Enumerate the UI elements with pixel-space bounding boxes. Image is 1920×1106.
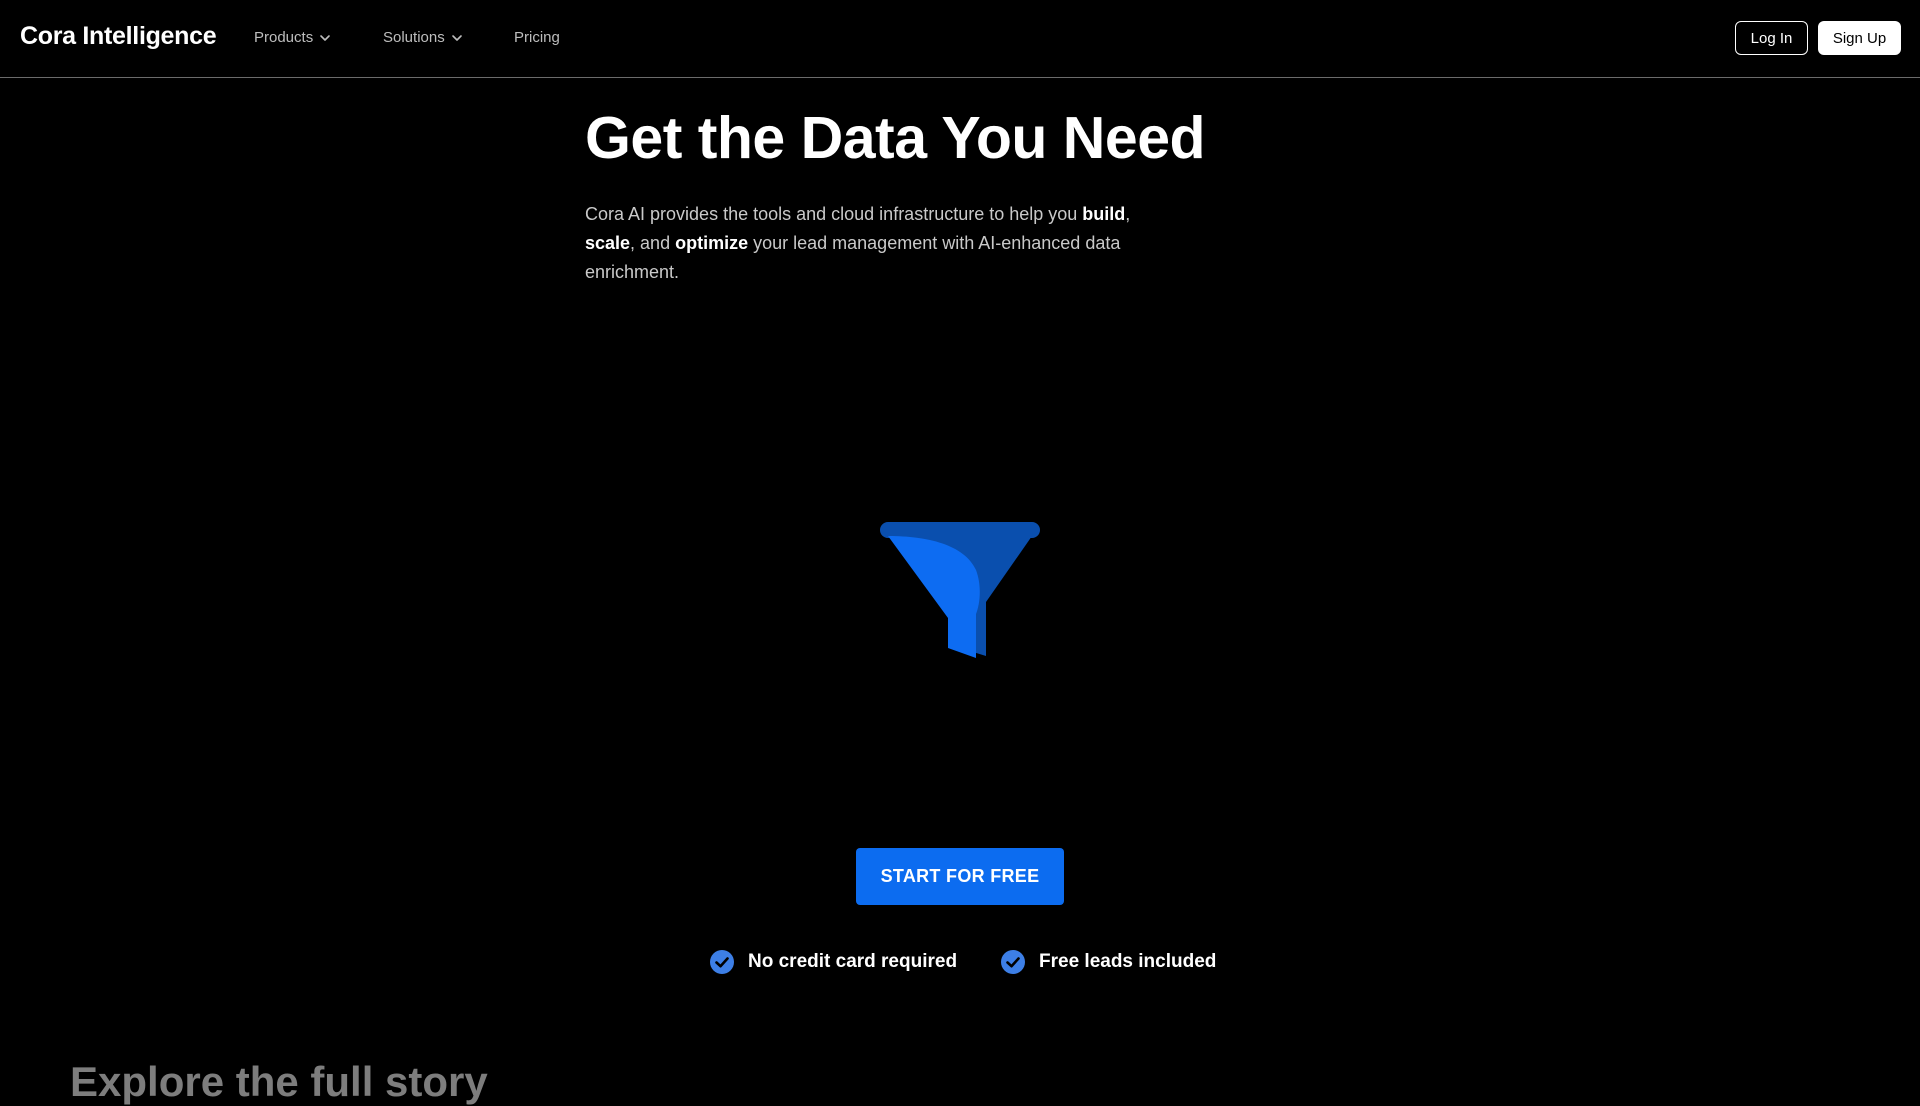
chevron-down-icon [320, 34, 331, 41]
brand-logo[interactable]: Cora Intelligence [20, 22, 217, 51]
funnel-icon [880, 522, 1040, 658]
hero-description: Cora AI provides the tools and cloud inf… [585, 200, 1145, 287]
chevron-down-icon [451, 34, 462, 41]
top-navbar: Cora Intelligence Products Solutions Pri… [0, 0, 1920, 78]
hero-title: Get the Data You Need [585, 105, 1206, 171]
hero-desc-sep2: , and [630, 233, 676, 253]
nav-pricing-label: Pricing [514, 29, 560, 46]
perk-no-credit-card: No credit card required [710, 950, 957, 974]
explore-section-title: Explore the full story [70, 1058, 488, 1105]
hero-desc-sep1: , [1125, 204, 1131, 224]
hero-desc-part1: Cora AI provides the tools and cloud inf… [585, 204, 1083, 224]
login-button[interactable]: Log In [1735, 21, 1808, 55]
nav-solutions-dropdown[interactable]: Solutions [383, 29, 463, 46]
nav-products-label: Products [254, 29, 314, 46]
check-circle-icon [710, 950, 734, 974]
perk-free-leads: Free leads included [1001, 950, 1216, 974]
signup-button[interactable]: Sign Up [1818, 21, 1901, 55]
nav-solutions-label: Solutions [383, 29, 445, 46]
nav-pricing-link[interactable]: Pricing [514, 29, 560, 46]
check-circle-icon [1001, 950, 1025, 974]
start-for-free-button[interactable]: START FOR FREE [856, 848, 1064, 905]
hero-desc-build: build [1082, 204, 1126, 224]
perk-label: No credit card required [748, 951, 958, 972]
hero-desc-scale: scale [585, 233, 631, 253]
nav-products-dropdown[interactable]: Products [254, 29, 331, 46]
hero-desc-optimize: optimize [675, 233, 749, 253]
perk-label: Free leads included [1039, 951, 1217, 972]
